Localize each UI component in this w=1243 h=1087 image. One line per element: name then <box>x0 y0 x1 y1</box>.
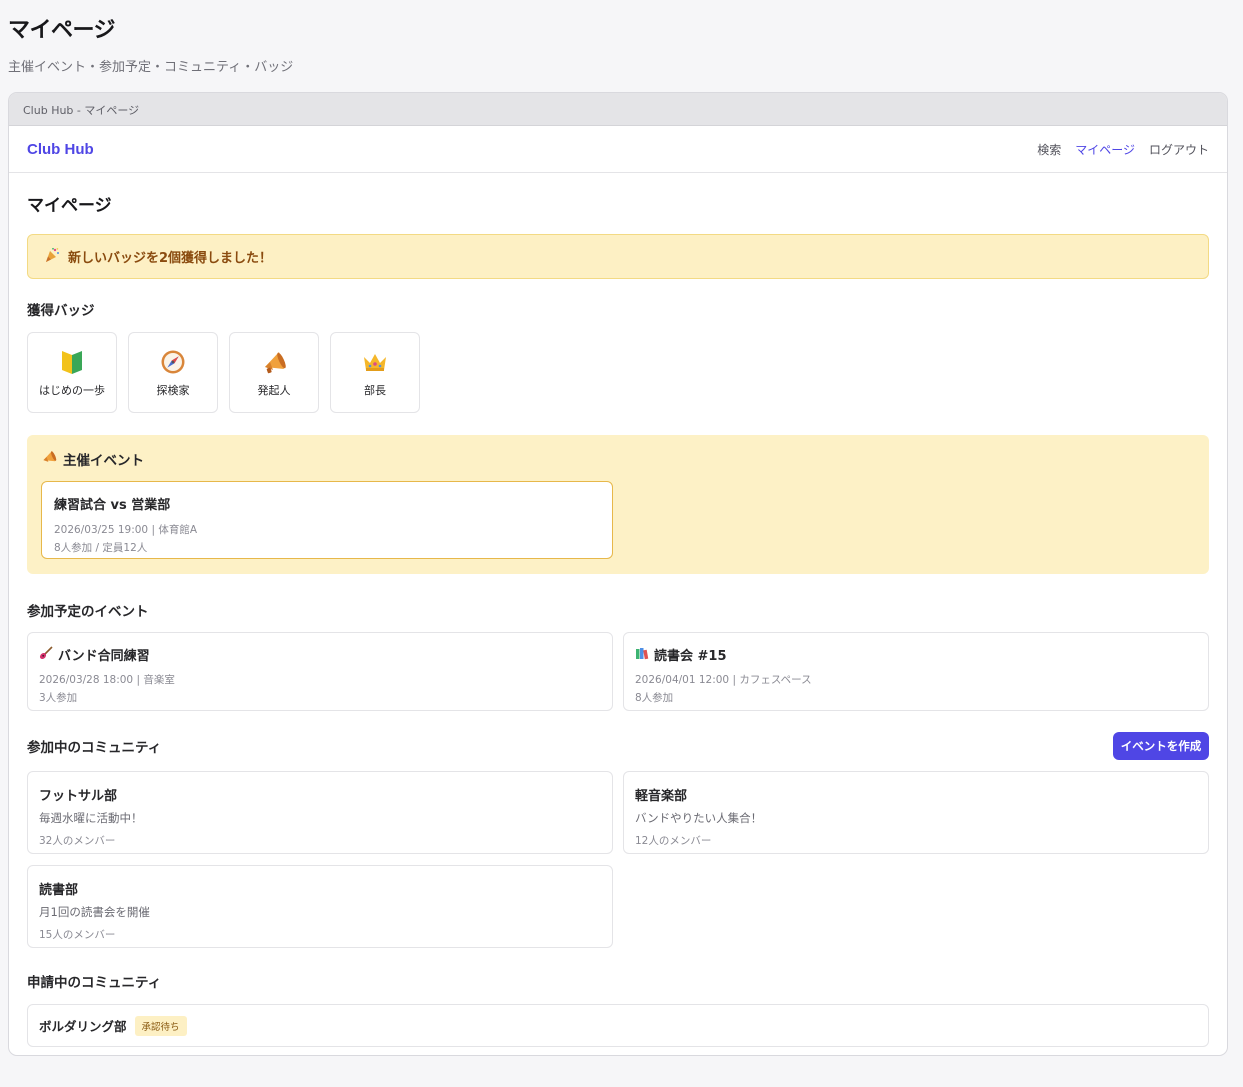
pending-community-name: ボルダリング部 <box>39 1019 127 1034</box>
badge-label: 探検家 <box>156 383 190 397</box>
event-count: 8人参加 / 定員12人 <box>54 542 148 554</box>
page-header: マイページ 主催イベント・参加予定・コミュニティ・バッジ <box>0 0 1243 92</box>
hosted-events-section: 主催イベント 練習試合 vs 営業部 2026/03/25 19:00 | 体育… <box>27 435 1209 574</box>
main-content: マイページ 新しいバッジを2個獲得しました！ 獲得バッジ はじめの一歩 探検家 … <box>9 173 1227 1047</box>
community-card[interactable]: 軽音楽部 バンドやりたい人集合！ 12人のメンバー <box>623 771 1209 854</box>
page-subtitle: 主催イベント・参加予定・コミュニティ・バッジ <box>8 60 294 75</box>
hosted-events-header: 主催イベント <box>41 449 1195 469</box>
community-members: 15人のメンバー <box>39 929 116 941</box>
badge-label: 発起人 <box>257 383 291 397</box>
event-meta: 2026/03/25 19:00 | 体育館A <box>54 524 198 536</box>
beginner-mark-icon <box>61 348 83 376</box>
community-card[interactable]: 読書部 月1回の読書会を開催 15人のメンバー <box>27 865 613 948</box>
community-description: バンドやりたい人集合！ <box>635 811 763 825</box>
megaphone-icon <box>261 348 287 376</box>
communities-list: フットサル部 毎週水曜に活動中！ 32人のメンバー 軽音楽部 バンドやりたい人集… <box>27 771 1209 948</box>
compass-icon <box>160 348 186 376</box>
event-count: 8人参加 <box>635 692 674 704</box>
communities-header: 参加中のコミュニティ イベントを作成 <box>27 732 1209 760</box>
communities-section-title: 参加中のコミュニティ <box>27 740 162 756</box>
app-window: Club Hub - マイページ Club Hub 検索 マイページ ログアウト… <box>8 92 1228 1056</box>
community-name: 軽音楽部 <box>635 789 688 804</box>
app-navbar: Club Hub 検索 マイページ ログアウト <box>9 126 1227 173</box>
alert-text: 新しいバッジを2個獲得しました！ <box>68 251 273 266</box>
nav-link-search[interactable]: 検索 <box>1037 141 1061 158</box>
hosted-event-card[interactable]: 練習試合 vs 営業部 2026/03/25 19:00 | 体育館A 8人参加… <box>41 481 613 559</box>
brand-logo[interactable]: Club Hub <box>27 141 94 158</box>
nav-link-mypage[interactable]: マイページ <box>1075 141 1135 158</box>
badge-list: はじめの一歩 探検家 発起人 部長 <box>27 332 1209 413</box>
community-card[interactable]: フットサル部 毎週水曜に活動中！ 32人のメンバー <box>27 771 613 854</box>
window-title-bar: Club Hub - マイページ <box>9 93 1227 126</box>
badge-card[interactable]: 発起人 <box>229 332 319 413</box>
event-meta: 2026/03/28 18:00 | 音楽室 <box>39 674 175 686</box>
badge-card[interactable]: 探検家 <box>128 332 218 413</box>
status-badge: 承認待ち <box>134 1015 187 1036</box>
megaphone-icon <box>41 449 57 469</box>
community-name: 読書部 <box>39 883 79 898</box>
event-title: バンド合同練習 <box>58 649 150 664</box>
upcoming-event-card[interactable]: バンド合同練習 2026/03/28 18:00 | 音楽室 3人参加 <box>27 632 613 711</box>
page-title: マイページ <box>8 18 116 43</box>
upcoming-event-card[interactable]: 読書会 #15 2026/04/01 12:00 | カフェスペース 8人参加 <box>623 632 1209 711</box>
party-popper-icon <box>44 247 60 266</box>
badge-label: はじめの一歩 <box>39 383 105 397</box>
nav-links: 検索 マイページ ログアウト <box>1037 141 1209 158</box>
community-description: 毎週水曜に活動中！ <box>39 811 143 825</box>
badge-card[interactable]: 部長 <box>330 332 420 413</box>
upcoming-section-title: 参加予定のイベント <box>27 604 149 620</box>
event-title: 読書会 #15 <box>654 649 727 664</box>
guitar-icon <box>39 645 53 664</box>
create-event-button[interactable]: イベントを作成 <box>1113 732 1209 760</box>
main-title: マイページ <box>27 196 112 216</box>
books-icon <box>635 646 649 664</box>
event-title-row: 読書会 #15 <box>635 645 1197 664</box>
nav-link-logout[interactable]: ログアウト <box>1149 141 1209 158</box>
badge-alert: 新しいバッジを2個獲得しました！ <box>27 234 1209 279</box>
pending-community-card[interactable]: ボルダリング部 承認待ち <box>27 1004 1209 1047</box>
event-title: 練習試合 vs 営業部 <box>54 498 171 513</box>
hosted-events-title: 主催イベント <box>63 453 144 469</box>
window-title: Club Hub - マイページ <box>23 104 140 117</box>
badge-label: 部長 <box>364 383 386 397</box>
community-members: 32人のメンバー <box>39 835 116 847</box>
community-members: 12人のメンバー <box>635 835 712 847</box>
badge-card[interactable]: はじめの一歩 <box>27 332 117 413</box>
event-count: 3人参加 <box>39 692 78 704</box>
upcoming-events-list: バンド合同練習 2026/03/28 18:00 | 音楽室 3人参加 読書会 … <box>27 632 1209 711</box>
crown-icon <box>362 348 388 376</box>
community-name: フットサル部 <box>39 789 118 804</box>
community-description: 月1回の読書会を開催 <box>39 905 150 919</box>
event-title-row: バンド合同練習 <box>39 645 601 664</box>
event-meta: 2026/04/01 12:00 | カフェスペース <box>635 674 812 686</box>
badges-section-title: 獲得バッジ <box>27 303 95 319</box>
pending-section-title: 申請中のコミュニティ <box>27 975 162 991</box>
